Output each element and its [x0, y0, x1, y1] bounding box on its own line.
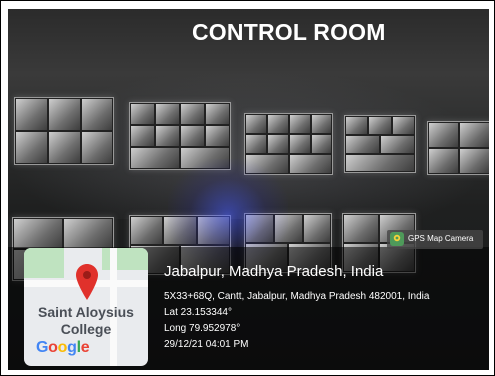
camera-feed — [48, 131, 81, 164]
camera-feed — [180, 103, 205, 125]
gps-map-camera-label: GPS Map Camera — [408, 234, 474, 243]
location-city: Jabalpur, Madhya Pradesh, India — [164, 263, 384, 280]
location-address: 5X33+68Q, Cantt, Jabalpur, Madhya Prades… — [164, 291, 430, 302]
camera-feed — [130, 216, 163, 245]
camera-feed — [289, 134, 311, 154]
image-frame: CONTROL ROOM GPS Map Camera Saint Aloysi… — [0, 0, 495, 376]
gps-map-camera-badge: GPS Map Camera — [387, 230, 483, 249]
map-pin-icon — [76, 264, 98, 300]
camera-feed — [289, 114, 311, 134]
camera-feed — [155, 125, 180, 147]
camera-feed — [311, 114, 332, 134]
camera-feed — [345, 135, 380, 154]
cctv-monitor — [427, 121, 489, 175]
camera-feed — [289, 154, 332, 174]
camera-feed — [267, 114, 289, 134]
camera-feed — [392, 116, 415, 135]
camera-feed — [15, 131, 48, 164]
camera-feed — [63, 218, 113, 249]
camera-feed — [81, 98, 113, 131]
camera-feed — [459, 122, 489, 148]
camera-feed — [345, 116, 368, 135]
camera-feed — [81, 131, 113, 164]
location-map-thumbnail: Saint Aloysius College Google — [24, 248, 148, 366]
camera-feed — [368, 116, 392, 135]
photo-title: CONTROL ROOM — [192, 19, 386, 45]
camera-feed — [48, 98, 81, 131]
camera-feed — [130, 125, 155, 147]
camera-feed — [428, 148, 459, 174]
location-latitude: Lat 23.153344° — [164, 307, 232, 318]
map-place-name-line1: Saint Aloysius — [38, 304, 134, 320]
camera-feed — [205, 103, 230, 125]
camera-feed — [13, 218, 63, 249]
gps-map-camera-icon — [390, 232, 404, 246]
camera-feed — [15, 98, 48, 131]
camera-feed — [205, 125, 230, 147]
camera-feed — [459, 148, 489, 174]
camera-feed — [267, 134, 289, 154]
camera-feed — [428, 122, 459, 148]
location-datetime: 29/12/21 04:01 PM — [164, 339, 249, 350]
cctv-monitor — [344, 115, 416, 173]
camera-feed — [343, 214, 379, 243]
camera-feed — [180, 125, 205, 147]
camera-feed — [380, 135, 415, 154]
camera-feed — [155, 103, 180, 125]
google-logo: Google — [36, 339, 90, 356]
location-longitude: Long 79.952978° — [164, 323, 241, 334]
camera-feed — [303, 214, 331, 243]
map-park-area — [24, 248, 64, 278]
camera-feed — [245, 114, 267, 134]
camera-feed — [311, 134, 332, 154]
cctv-monitor — [14, 97, 114, 165]
camera-feed — [345, 154, 415, 172]
camera-feed — [245, 134, 267, 154]
map-place-name-line2: College — [60, 321, 112, 337]
camera-feed — [130, 103, 155, 125]
map-park-area — [102, 248, 148, 270]
